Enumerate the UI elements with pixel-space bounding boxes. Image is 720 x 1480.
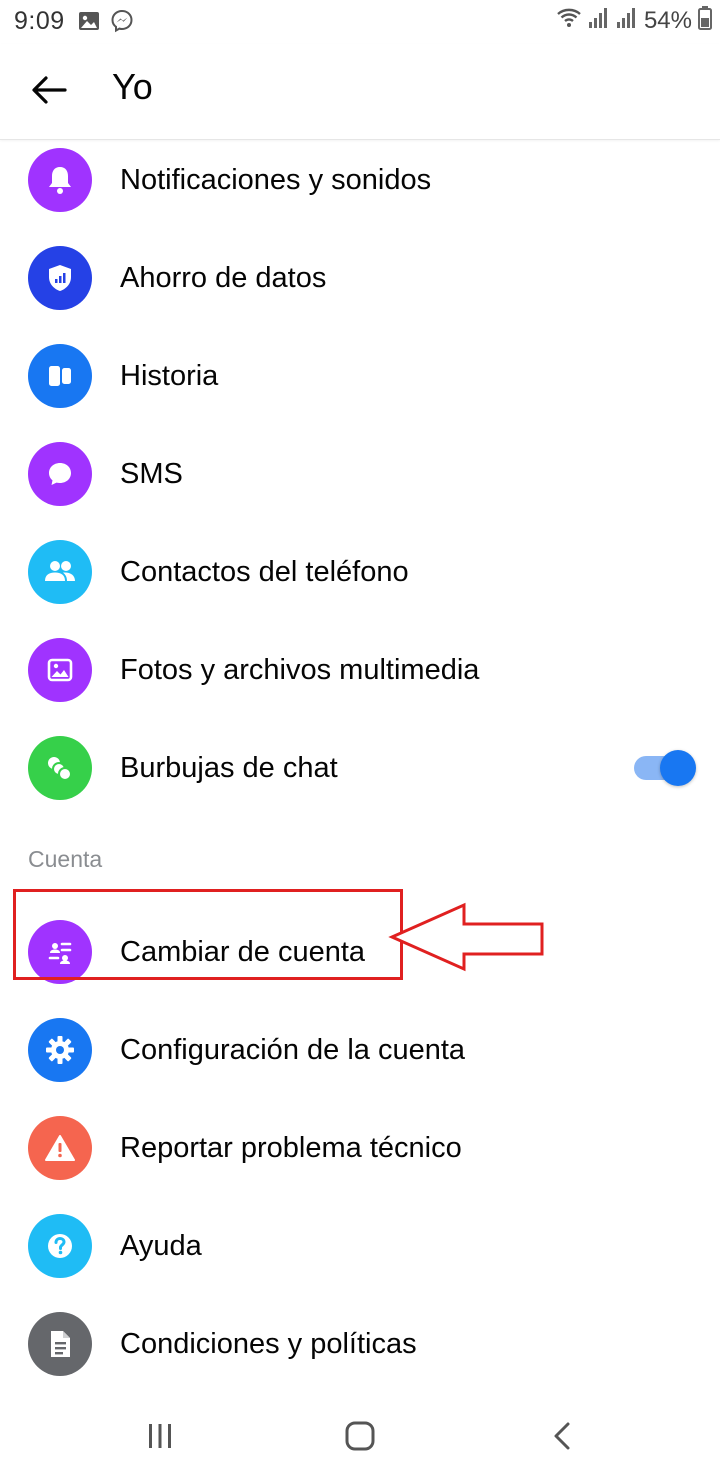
- list-item-chat-heads[interactable]: Burbujas de chat: [0, 719, 720, 817]
- people-icon: [28, 540, 92, 604]
- item-label: Historia: [120, 360, 219, 392]
- messenger-icon: [110, 9, 134, 38]
- item-label: Configuración de la cuenta: [120, 1034, 466, 1066]
- recents-icon: [145, 1422, 175, 1455]
- shield-icon: [28, 246, 92, 310]
- chat-heads-icon: [28, 736, 92, 800]
- list-item-stories[interactable]: Historia: [0, 327, 720, 425]
- system-back-button[interactable]: [540, 1418, 584, 1458]
- item-label: Burbujas de chat: [120, 752, 338, 784]
- arrow-left-icon: [31, 75, 67, 110]
- help-icon: [28, 1214, 92, 1278]
- arrow-left-annotation-icon: [388, 902, 546, 977]
- app-header: Yo: [0, 44, 720, 140]
- list-item-notifications[interactable]: Notificaciones y sonidos: [0, 131, 720, 229]
- battery-percentage: 54%: [643, 6, 692, 34]
- list-item-sms[interactable]: SMS: [0, 425, 720, 523]
- item-label: Fotos y archivos multimedia: [120, 654, 480, 686]
- back-button[interactable]: [22, 68, 76, 116]
- recents-button[interactable]: [138, 1418, 182, 1458]
- wifi-icon: [556, 7, 582, 34]
- warning-icon: [28, 1116, 92, 1180]
- item-label: Notificaciones y sonidos: [120, 164, 432, 196]
- list-item-phone-contacts[interactable]: Contactos del teléfono: [0, 523, 720, 621]
- system-navigation-bar: [0, 1396, 720, 1480]
- stories-icon: [28, 344, 92, 408]
- bell-icon: [28, 148, 92, 212]
- image-icon: [78, 11, 100, 36]
- chat-heads-toggle[interactable]: [632, 750, 696, 786]
- page-title: Yo: [112, 66, 153, 107]
- list-item-help[interactable]: Ayuda: [0, 1197, 720, 1295]
- list-item-photos-media[interactable]: Fotos y archivos multimedia: [0, 621, 720, 719]
- list-item-terms-policies[interactable]: Condiciones y políticas: [0, 1295, 720, 1393]
- photo-icon: [28, 638, 92, 702]
- home-button[interactable]: [338, 1418, 382, 1458]
- item-label: Contactos del teléfono: [120, 556, 409, 588]
- document-icon: [28, 1312, 92, 1376]
- status-time: 9:09: [14, 7, 65, 35]
- home-icon: [344, 1421, 376, 1456]
- section-header-account: Cuenta: [28, 846, 103, 872]
- gear-icon: [28, 1018, 92, 1082]
- item-label: SMS: [120, 458, 183, 490]
- item-label: Ahorro de datos: [120, 262, 327, 294]
- list-item-account-settings[interactable]: Configuración de la cuenta: [0, 1001, 720, 1099]
- battery-icon: [698, 6, 712, 35]
- status-bar: 9:09 54%: [0, 0, 720, 44]
- highlight-box: [13, 889, 403, 980]
- toggle-knob: [660, 750, 696, 786]
- signal-icon: [616, 7, 638, 34]
- list-item-data-saver[interactable]: Ahorro de datos: [0, 229, 720, 327]
- list-item-report-problem[interactable]: Reportar problema técnico: [0, 1099, 720, 1197]
- item-label: Reportar problema técnico: [120, 1132, 462, 1164]
- signal-icon: [588, 7, 610, 34]
- back-icon: [550, 1421, 574, 1456]
- item-label: Condiciones y políticas: [120, 1328, 417, 1360]
- chat-bubble-icon: [28, 442, 92, 506]
- item-label: Ayuda: [120, 1230, 202, 1262]
